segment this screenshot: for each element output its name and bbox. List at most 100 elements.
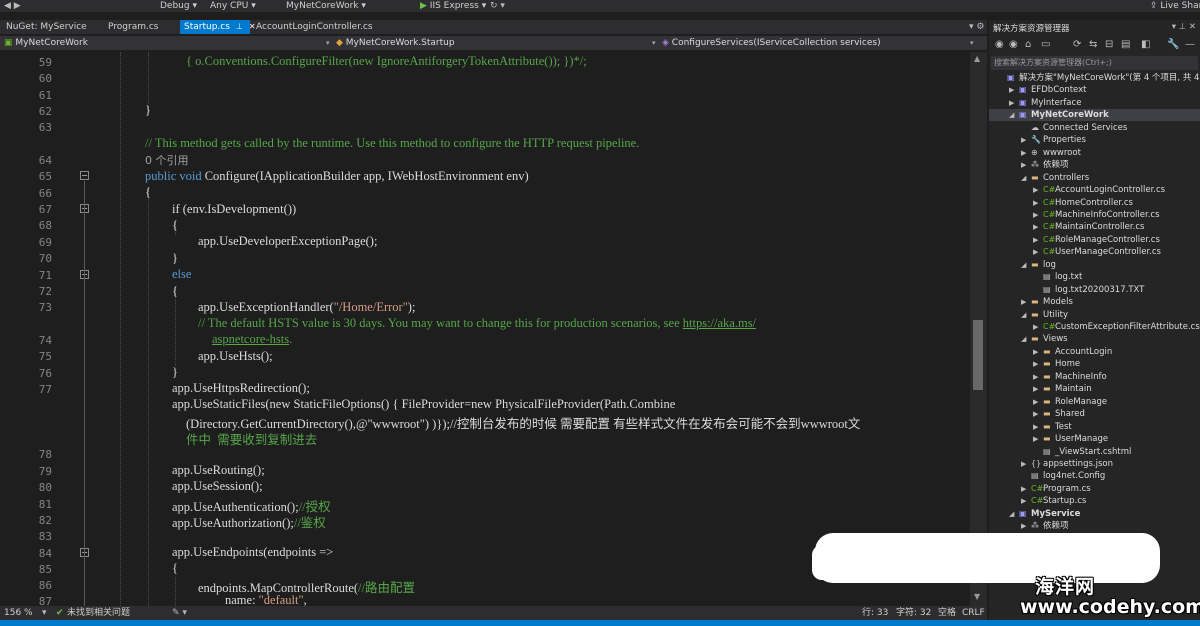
tree-item[interactable]: ▶ C# MaintainController.cs bbox=[989, 221, 1200, 233]
collapse-icon[interactable]: − bbox=[80, 171, 89, 180]
tree-folder-item[interactable]: ◢ ▬ Views bbox=[989, 333, 1200, 345]
expand-icon[interactable]: ▶ bbox=[1021, 159, 1026, 171]
tree-folder-item[interactable]: ▶ ▬ Models bbox=[989, 296, 1200, 308]
expand-icon[interactable]: ▶ bbox=[1021, 458, 1026, 470]
tree-project-item[interactable]: ▶ ▣ EFDbContext bbox=[989, 84, 1200, 96]
chevron-down-icon[interactable]: ▾ bbox=[326, 36, 330, 50]
expand-icon[interactable]: ▶ bbox=[1033, 433, 1038, 445]
comment-link[interactable]: aspnetcore-hsts bbox=[212, 332, 289, 346]
expand-icon[interactable]: ▶ bbox=[1033, 197, 1038, 209]
tree-item[interactable]: ☁ Connected Services bbox=[989, 122, 1200, 134]
tab-nuget-myservice[interactable]: NuGet: MyService bbox=[2, 20, 91, 34]
scrollbar-thumb[interactable] bbox=[973, 320, 983, 390]
collapse-icon[interactable]: ◢ bbox=[1009, 508, 1014, 520]
collapse-all-icon[interactable]: ⊟ bbox=[1105, 39, 1113, 50]
tree-folder-item[interactable]: ◢ ▬ Controllers bbox=[989, 172, 1200, 184]
chevron-down-icon[interactable]: ▾ bbox=[42, 606, 47, 620]
tree-item[interactable]: ▤ log4net.Config bbox=[989, 470, 1200, 482]
pin-icon[interactable]: ⊥ bbox=[236, 22, 243, 31]
tree-item[interactable]: ▶ C# MachineInfoController.cs bbox=[989, 209, 1200, 221]
tree-item[interactable]: ▤ log.txt20200317.TXT bbox=[989, 284, 1200, 296]
live-share-button[interactable]: ⇪ Live Share bbox=[1150, 1, 1200, 11]
class-nav-dropdown[interactable]: ◆ MyNetCoreWork.Startup bbox=[336, 36, 455, 50]
comment-link[interactable]: https://aka.ms/ bbox=[683, 316, 756, 330]
scroll-down-icon[interactable]: ▼ bbox=[974, 592, 980, 601]
expand-icon[interactable]: ▶ bbox=[1021, 134, 1026, 146]
member-nav-dropdown[interactable]: ◈ ConfigureServices(IServiceCollection s… bbox=[662, 36, 881, 50]
expand-icon[interactable]: ▶ bbox=[1033, 184, 1038, 196]
tree-folder-item[interactable]: ▶ ▬ Maintain bbox=[989, 383, 1200, 395]
back-icon[interactable]: ◉ bbox=[995, 39, 1004, 50]
tree-project-item[interactable]: ◢ ▣ MyService bbox=[989, 508, 1200, 520]
collapse-icon[interactable]: ◢ bbox=[1021, 172, 1026, 184]
expand-icon[interactable]: ▶ bbox=[1021, 147, 1026, 159]
collapse-icon[interactable]: ◢ bbox=[1021, 309, 1026, 321]
startup-dropdown[interactable]: MyNetCoreWork ▾ bbox=[286, 1, 366, 11]
tree-item[interactable]: ▶ ⁂ 依赖项 bbox=[989, 159, 1200, 171]
more-icon[interactable]: — bbox=[1185, 39, 1195, 50]
expand-icon[interactable]: ▶ bbox=[1021, 483, 1026, 495]
expand-icon[interactable]: ▶ bbox=[1009, 97, 1014, 109]
line-ending[interactable]: CRLF bbox=[962, 606, 985, 620]
show-all-icon[interactable]: ▤ bbox=[1121, 39, 1130, 50]
chevron-down-icon[interactable]: ▾ bbox=[970, 36, 974, 50]
format-icon[interactable]: ✎ ▾ bbox=[172, 606, 187, 620]
zoom-level[interactable]: 156 % bbox=[4, 606, 33, 620]
codelens-references[interactable]: 0 个引用 bbox=[145, 152, 189, 168]
tree-item[interactable]: ▶ C# AccountLoginController.cs bbox=[989, 184, 1200, 196]
sync-icon[interactable]: ⟳ bbox=[1073, 39, 1081, 50]
tree-item[interactable]: ▶ C# HomeController.cs bbox=[989, 197, 1200, 209]
tree-item[interactable]: ▤ _ViewStart.cshtml bbox=[989, 446, 1200, 458]
expand-icon[interactable]: ▶ bbox=[1033, 396, 1038, 408]
tree-item[interactable]: ▶ ⁂ 依赖项 bbox=[989, 520, 1200, 532]
tree-folder-item[interactable]: ▶ ▬ MachineInfo bbox=[989, 371, 1200, 383]
collapse-icon[interactable]: ◢ bbox=[1009, 109, 1014, 121]
tree-item[interactable]: ▶ C# RoleManageController.cs bbox=[989, 234, 1200, 246]
expand-icon[interactable]: ▶ bbox=[1033, 421, 1038, 433]
expand-icon[interactable]: ▶ bbox=[1009, 84, 1014, 96]
tree-item[interactable]: ▶ ⊕ wwwroot bbox=[989, 147, 1200, 159]
refresh-icon[interactable]: ⇆ bbox=[1089, 39, 1097, 50]
refresh-icon[interactable]: ↻ ▾ bbox=[490, 1, 505, 11]
tab-startup-cs[interactable]: Startup.cs ⊥ ✕ bbox=[180, 20, 256, 34]
expand-icon[interactable]: ▶ bbox=[1033, 221, 1038, 233]
tree-item[interactable]: ▶ C# UserManageController.cs bbox=[989, 246, 1200, 258]
tree-item[interactable]: ▣ 解决方案"MyNetCoreWork"(第 4 个项目, 共 4 个) bbox=[989, 72, 1200, 84]
tree-item[interactable]: ▶ C# CustomExceptionFilterAttribute.cs bbox=[989, 321, 1200, 333]
tab-overflow-icon[interactable]: ▾ ⚙ bbox=[965, 20, 988, 34]
tab-accountlogincontroller-cs[interactable]: AccountLoginController.cs bbox=[252, 20, 377, 34]
run-button[interactable]: ▶ IIS Express ▾ bbox=[420, 1, 486, 11]
forward-icon[interactable]: ◉ bbox=[1009, 39, 1018, 50]
tree-folder-item[interactable]: ▶ ▬ Test bbox=[989, 421, 1200, 433]
back-icon[interactable]: ◀ ▶ bbox=[4, 1, 21, 11]
tree-folder-item[interactable]: ▶ ▬ UserManage bbox=[989, 433, 1200, 445]
tree-project-item[interactable]: ▶ ▣ MyInterface bbox=[989, 97, 1200, 109]
expand-icon[interactable]: ▶ bbox=[1033, 246, 1038, 258]
expand-icon[interactable]: ▶ bbox=[1021, 296, 1026, 308]
preview-icon[interactable]: ◧ bbox=[1141, 39, 1150, 50]
scroll-up-icon[interactable]: ▲ bbox=[974, 54, 980, 63]
tree-item[interactable]: ▶ C# Program.cs bbox=[989, 483, 1200, 495]
tree-item[interactable]: ▤ log.txt bbox=[989, 271, 1200, 283]
collapse-icon[interactable]: ◢ bbox=[1021, 259, 1026, 271]
tree-folder-item[interactable]: ▶ ▬ RoleManage bbox=[989, 396, 1200, 408]
project-nav-dropdown[interactable]: ▣ MyNetCoreWork bbox=[4, 36, 88, 50]
tree-folder-item[interactable]: ◢ ▬ log bbox=[989, 259, 1200, 271]
tree-item[interactable]: ▶ C# Startup.cs bbox=[989, 495, 1200, 507]
expand-icon[interactable]: ▶ bbox=[1033, 408, 1038, 420]
home-icon[interactable]: ⌂ bbox=[1025, 39, 1031, 50]
expand-icon[interactable]: ▶ bbox=[1021, 495, 1026, 507]
expand-icon[interactable]: ▶ bbox=[1033, 358, 1038, 370]
platform-dropdown[interactable]: Any CPU ▾ bbox=[210, 1, 256, 11]
tree-folder-item[interactable]: ◢ ▬ Utility bbox=[989, 309, 1200, 321]
tab-program-cs[interactable]: Program.cs bbox=[104, 20, 162, 34]
expand-icon[interactable]: ▶ bbox=[1033, 234, 1038, 246]
tree-item[interactable]: ▶ 🔧 Properties bbox=[989, 134, 1200, 146]
config-dropdown[interactable]: Debug ▾ bbox=[160, 1, 197, 11]
expand-icon[interactable]: ▶ bbox=[1033, 209, 1038, 221]
expand-icon[interactable]: ▶ bbox=[1021, 520, 1026, 532]
tree-folder-item[interactable]: ▶ ▬ AccountLogin bbox=[989, 346, 1200, 358]
pin-icon[interactable]: ▾ ⊥ ✕ bbox=[1172, 22, 1196, 32]
chevron-down-icon[interactable]: ▾ bbox=[652, 36, 656, 50]
tree-folder-item[interactable]: ▶ ▬ Home bbox=[989, 358, 1200, 370]
